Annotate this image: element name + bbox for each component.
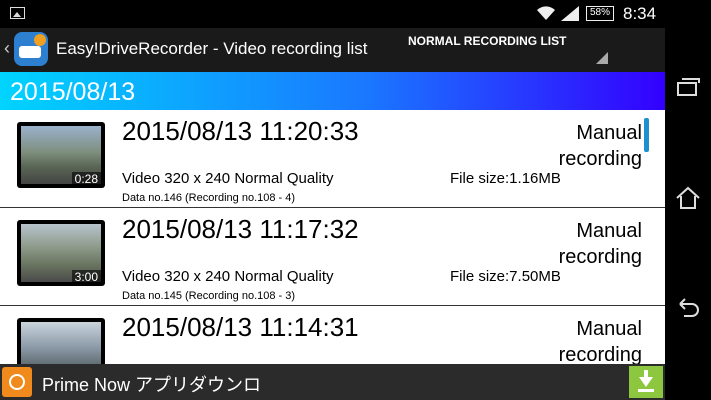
thumbnail-image [21,322,101,364]
recording-datetime: 2015/08/13 11:20:33 [122,116,359,146]
sun-icon [9,374,25,390]
battery-indicator: 58% [586,6,614,21]
recording-list[interactable]: 0:28 2015/08/13 11:20:33 Manual recordin… [0,110,665,364]
video-duration: 3:00 [71,270,101,284]
video-thumbnail[interactable] [17,318,105,364]
video-thumbnail[interactable]: 3:00 [17,220,105,286]
dropdown-corner-icon [596,52,608,64]
file-size: File size:1.16MB [450,170,561,187]
recording-list-spinner[interactable]: NORMAL RECORDING LIST [408,34,618,68]
navigation-bar [665,0,711,400]
status-bar: 58% 8:34 [0,0,665,28]
recording-datetime: 2015/08/13 11:14:31 [122,312,359,342]
up-chevron-icon[interactable]: ‹ [4,38,10,59]
home-icon[interactable] [674,186,702,210]
file-size: File size:7.50MB [450,268,561,285]
video-quality: Video 320 x 240 Normal Quality [122,268,334,285]
wifi-icon [537,6,555,20]
back-icon[interactable] [674,298,702,318]
list-scrollbar[interactable] [644,118,649,152]
data-number: Data no.145 (Recording no.108 - 3) [122,290,296,302]
video-duration: 0:28 [71,172,101,186]
date-section-header: 2015/08/13 [0,72,665,110]
action-bar: ‹ Easy!DriveRecorder - Video recording l… [0,28,665,72]
recording-type: Manual recording [558,220,642,268]
video-quality: Video 320 x 240 Normal Quality [122,170,334,187]
recording-type: Manual recording [558,122,642,170]
ad-app-icon[interactable] [2,367,32,397]
clock: 8:34 [623,4,657,23]
badge-icon [34,34,46,46]
video-thumbnail[interactable]: 0:28 [17,122,105,188]
app-screen: 58% 8:34 ‹ Easy!DriveRecorder - Video re… [0,0,665,400]
signal-icon [561,6,579,21]
ad-banner[interactable]: Prime Now アプリダウンロ [0,364,665,400]
list-item[interactable]: 0:28 2015/08/13 11:20:33 Manual recordin… [0,110,665,208]
download-base-icon [638,389,654,392]
app-logo[interactable] [14,32,48,66]
download-arrow-icon [639,377,653,387]
recording-type: Manual recording [558,318,642,364]
recording-datetime: 2015/08/13 11:17:32 [122,214,359,244]
list-item[interactable]: 3:00 2015/08/13 11:17:32 Manual recordin… [0,208,665,306]
list-item[interactable]: 2015/08/13 11:14:31 Manual recording [0,306,665,364]
image-icon [10,7,25,19]
car-icon [19,46,41,58]
date-header-label: 2015/08/13 [10,78,136,106]
download-button[interactable] [629,366,663,398]
ad-text[interactable]: Prime Now アプリダウンロ [42,371,261,397]
data-number: Data no.146 (Recording no.108 - 4) [122,192,296,204]
recent-apps-icon[interactable] [677,78,700,96]
app-title: Easy!DriveRecorder - Video recording lis… [56,39,368,58]
